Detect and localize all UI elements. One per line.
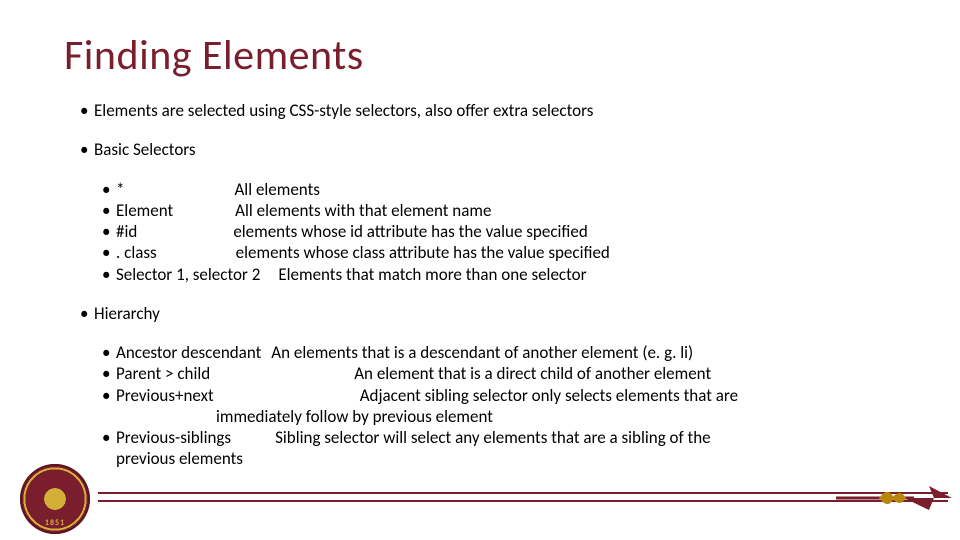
bullet-icon	[102, 242, 116, 263]
bullet-icon	[102, 221, 116, 242]
bullet-intro: Elements are selected using CSS-style se…	[80, 100, 920, 121]
selector-text: Parent > child	[116, 363, 210, 384]
selector-desc: Sibling selector will select any element…	[275, 427, 711, 448]
selector-text: Ancestor descendant	[116, 342, 261, 363]
selector-text: Previous-siblings	[116, 427, 231, 448]
spear-icon	[834, 478, 954, 518]
bullet-icon	[80, 303, 94, 324]
bullet-icon	[102, 385, 116, 406]
fsu-seal-icon: 1851	[20, 464, 90, 534]
hierarchy-item-3: Previous-siblings Sibling selector will s…	[102, 427, 920, 448]
bullet-icon	[80, 100, 94, 121]
selector-text: Element	[116, 200, 173, 221]
bullet-icon	[102, 264, 116, 285]
selector-desc: An element that is a direct child of ano…	[354, 363, 711, 384]
footer-rule	[98, 492, 948, 502]
slide-body: Elements are selected using CSS-style se…	[80, 100, 920, 470]
hierarchy-item-1: Parent > child An element that is a direc…	[102, 363, 920, 384]
intro-text: Elements are selected using CSS-style se…	[94, 100, 593, 121]
bullet-icon	[102, 363, 116, 384]
selector-desc: All elements	[234, 179, 319, 200]
hierarchy-item-0: Ancestor descendant An elements that is a…	[102, 342, 920, 363]
selector-text: #id	[116, 221, 137, 242]
basic-item-4: Selector 1, selector 2 Elements that matc…	[102, 264, 920, 285]
slide-title: Finding Elements	[64, 30, 364, 81]
hierarchy-item-2: Previous+next Adjacent sibling selector o…	[102, 385, 920, 406]
selector-desc: All elements with that element name	[235, 200, 491, 221]
basic-item-1: Element All elements with that element na…	[102, 200, 920, 221]
basic-item-2: #id elements whose id attribute has the v…	[102, 221, 920, 242]
bullet-icon	[102, 179, 116, 200]
bullet-icon	[102, 200, 116, 221]
bullet-basic-heading: Basic Selectors	[80, 139, 920, 160]
hierarchy-item-2-cont: immediately follow by previous element	[102, 406, 920, 427]
basic-heading: Basic Selectors	[94, 139, 196, 160]
bullet-icon	[102, 342, 116, 363]
bullet-icon	[80, 139, 94, 160]
selector-desc: An elements that is a descendant of anot…	[271, 342, 693, 363]
hierarchy-heading: Hierarchy	[94, 303, 160, 324]
selector-desc-cont: immediately follow by previous element	[216, 406, 493, 427]
basic-item-3: . class elements whose class attribute ha…	[102, 242, 920, 263]
selector-text: . class	[116, 242, 157, 263]
bullet-icon	[102, 427, 116, 448]
selector-text: Selector 1, selector 2	[116, 264, 260, 285]
bullet-hierarchy-heading: Hierarchy	[80, 303, 920, 324]
seal-year: 1851	[20, 518, 90, 528]
selector-desc: elements whose class attribute has the v…	[236, 242, 610, 263]
selector-desc: elements whose id attribute has the valu…	[233, 221, 588, 242]
slide-footer: 1851	[0, 460, 960, 540]
selector-desc: Adjacent sibling selector only selects e…	[360, 385, 738, 406]
selector-text: *	[116, 179, 124, 200]
basic-item-0: * All elements	[102, 179, 920, 200]
selector-desc: Elements that match more than one select…	[278, 264, 586, 285]
selector-text: Previous+next	[116, 385, 214, 406]
